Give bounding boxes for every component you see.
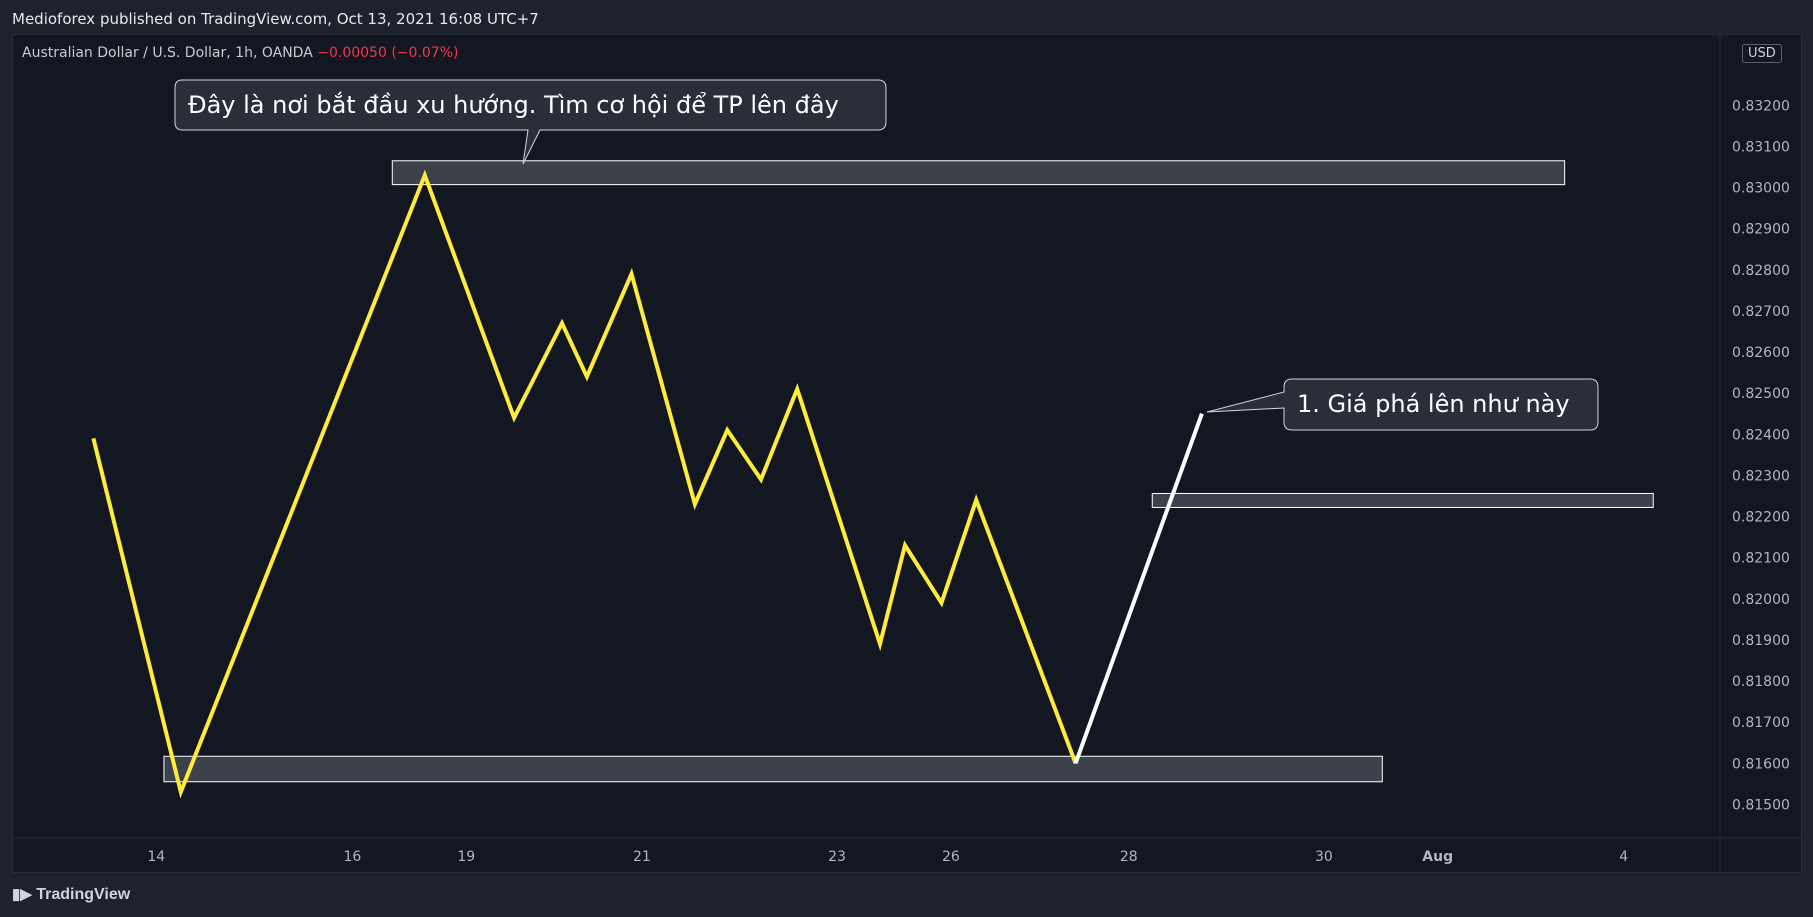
x-tick-label: 16 <box>344 849 362 865</box>
series-line-1 <box>1073 413 1204 764</box>
x-tick-label: 4 <box>1619 849 1628 865</box>
y-tick-label: 0.82800 <box>1732 263 1790 279</box>
x-tick-label: Aug <box>1422 849 1453 865</box>
symbol-legend[interactable]: Australian Dollar / U.S. Dollar, 1h, OAN… <box>22 45 458 61</box>
y-tick-label: 0.82300 <box>1732 468 1790 484</box>
x-tick-label: 14 <box>147 849 165 865</box>
currency-badge[interactable]: USD <box>1742 44 1782 63</box>
tradingview-brand: TradingView <box>36 886 131 903</box>
tradingview-logo[interactable]: ▮▶ TradingView <box>12 885 130 904</box>
x-tick-label: 26 <box>942 849 960 865</box>
y-tick-label: 0.83000 <box>1732 181 1790 197</box>
callout-breakout-text: 1. Giá phá lên như này <box>1297 390 1570 418</box>
tradingview-logo-icon: ▮▶ <box>12 886 32 903</box>
x-tick-label: 30 <box>1315 849 1333 865</box>
y-tick-label: 0.82400 <box>1732 427 1790 443</box>
y-tick-label: 0.83100 <box>1732 139 1790 155</box>
y-tick-label: 0.81600 <box>1732 756 1790 772</box>
zone-rect-1 <box>1151 492 1654 508</box>
symbol-title: Australian Dollar / U.S. Dollar, 1h, OAN… <box>22 45 313 61</box>
y-tick-label: 0.82100 <box>1732 551 1790 567</box>
zone-rect-2 <box>163 755 1383 783</box>
series-layer <box>91 169 1204 799</box>
y-tick-label: 0.82900 <box>1732 222 1790 238</box>
x-tick-label: 28 <box>1120 849 1138 865</box>
series-line-0 <box>91 169 1078 799</box>
y-tick-label: 0.81700 <box>1732 715 1790 731</box>
x-tick-label: 23 <box>828 849 846 865</box>
time-axis: 14 16 19 21 23 26 28 30 Aug 4 <box>147 849 1628 865</box>
y-tick-label: 0.81900 <box>1732 633 1790 649</box>
price-axis: 0.81500 0.81600 0.81700 0.81800 0.81900 0.820… <box>1732 98 1790 813</box>
callout-trend-start-text: Đây là nơi bắt đầu xu hướng. Tìm cơ hội … <box>188 90 839 119</box>
callout-trend-start[interactable]: Đây là nơi bắt đầu xu hướng. Tìm cơ hội … <box>174 79 887 165</box>
y-tick-label: 0.82000 <box>1732 592 1790 608</box>
y-tick-label: 0.82600 <box>1732 345 1790 361</box>
price-chart[interactable]: Đây là nơi bắt đầu xu hướng. Tìm cơ hội … <box>0 0 1813 917</box>
y-tick-label: 0.81800 <box>1732 674 1790 690</box>
y-tick-label: 0.82500 <box>1732 386 1790 402</box>
y-tick-label: 0.81500 <box>1732 797 1790 813</box>
zones-layer <box>163 160 1654 783</box>
y-tick-label: 0.82200 <box>1732 510 1790 526</box>
y-tick-label: 0.82700 <box>1732 304 1790 320</box>
x-tick-label: 19 <box>457 849 475 865</box>
y-tick-label: 0.83200 <box>1732 98 1790 114</box>
annotations-layer: Đây là nơi bắt đầu xu hướng. Tìm cơ hội … <box>174 79 1599 431</box>
x-tick-label: 21 <box>633 849 651 865</box>
callout-breakout[interactable]: 1. Giá phá lên như này <box>1206 378 1599 431</box>
zone-rect-0 <box>391 160 1566 186</box>
price-change: −0.00050 (−0.07%) <box>317 45 459 61</box>
